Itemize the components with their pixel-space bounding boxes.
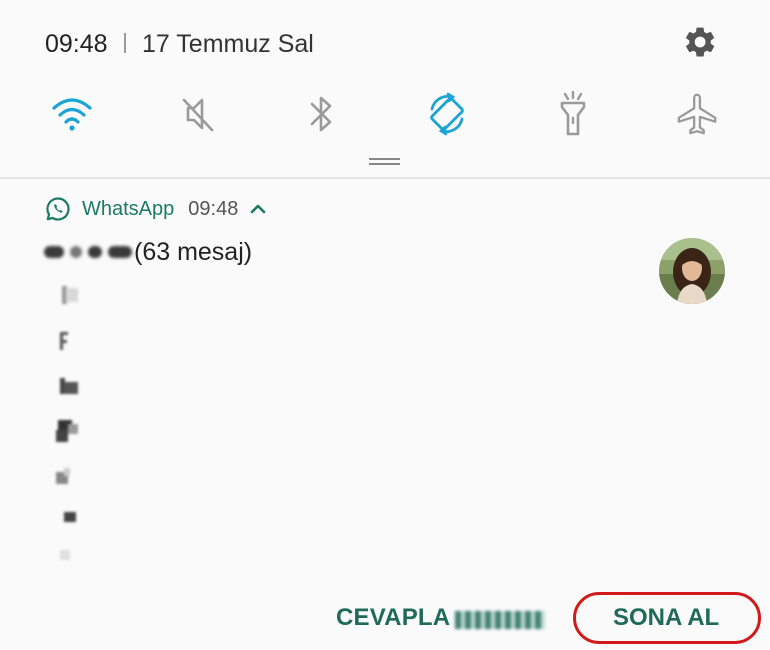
quick-tile-wifi[interactable] bbox=[44, 86, 100, 142]
redacted-message-line bbox=[60, 508, 80, 531]
redacted-message-line bbox=[58, 284, 82, 311]
redacted-message-line bbox=[58, 376, 82, 401]
date: 17 Temmuz Sal bbox=[142, 30, 314, 58]
message-count: (63 mesaj) bbox=[134, 237, 253, 266]
redacted-message-line bbox=[58, 330, 74, 357]
flashlight-icon bbox=[560, 90, 586, 136]
quick-tile-auto-rotate[interactable] bbox=[419, 86, 475, 142]
drag-handle[interactable] bbox=[369, 158, 400, 160]
airplane-icon bbox=[677, 93, 717, 135]
app-name: WhatsApp bbox=[82, 197, 175, 220]
bluetooth-icon bbox=[310, 96, 332, 132]
redacted-sender-name bbox=[44, 246, 132, 258]
notification-title[interactable]: (63 mesaj) bbox=[44, 235, 252, 269]
clock: 09:48 bbox=[45, 30, 108, 58]
quick-tile-bluetooth[interactable] bbox=[293, 86, 349, 142]
chevron-up-icon[interactable] bbox=[250, 203, 266, 215]
drag-handle-line bbox=[369, 163, 400, 165]
redacted-message-line bbox=[54, 418, 82, 449]
redacted-action-button[interactable] bbox=[455, 611, 545, 629]
end-button[interactable]: SONA AL bbox=[613, 604, 719, 632]
divider bbox=[0, 177, 770, 179]
avatar bbox=[659, 238, 725, 304]
redacted-message-line bbox=[58, 548, 76, 569]
reply-button[interactable]: CEVAPLA bbox=[336, 604, 450, 632]
quick-tile-sound[interactable] bbox=[170, 86, 226, 142]
rotate-icon bbox=[430, 92, 464, 136]
quick-tile-flashlight[interactable] bbox=[545, 86, 601, 142]
notification-time: 09:48 bbox=[188, 197, 239, 220]
gear-icon[interactable] bbox=[682, 24, 718, 60]
quick-tile-airplane[interactable] bbox=[670, 86, 726, 142]
mute-icon bbox=[182, 98, 214, 132]
redacted-message-line bbox=[52, 466, 72, 493]
wifi-icon bbox=[52, 98, 92, 131]
status-bar: 09:48 17 Temmuz Sal bbox=[0, 0, 770, 80]
notification-header[interactable]: WhatsApp 09:48 bbox=[45, 194, 266, 224]
whatsapp-icon bbox=[46, 197, 70, 221]
quick-settings bbox=[0, 86, 770, 142]
separator bbox=[124, 33, 126, 53]
